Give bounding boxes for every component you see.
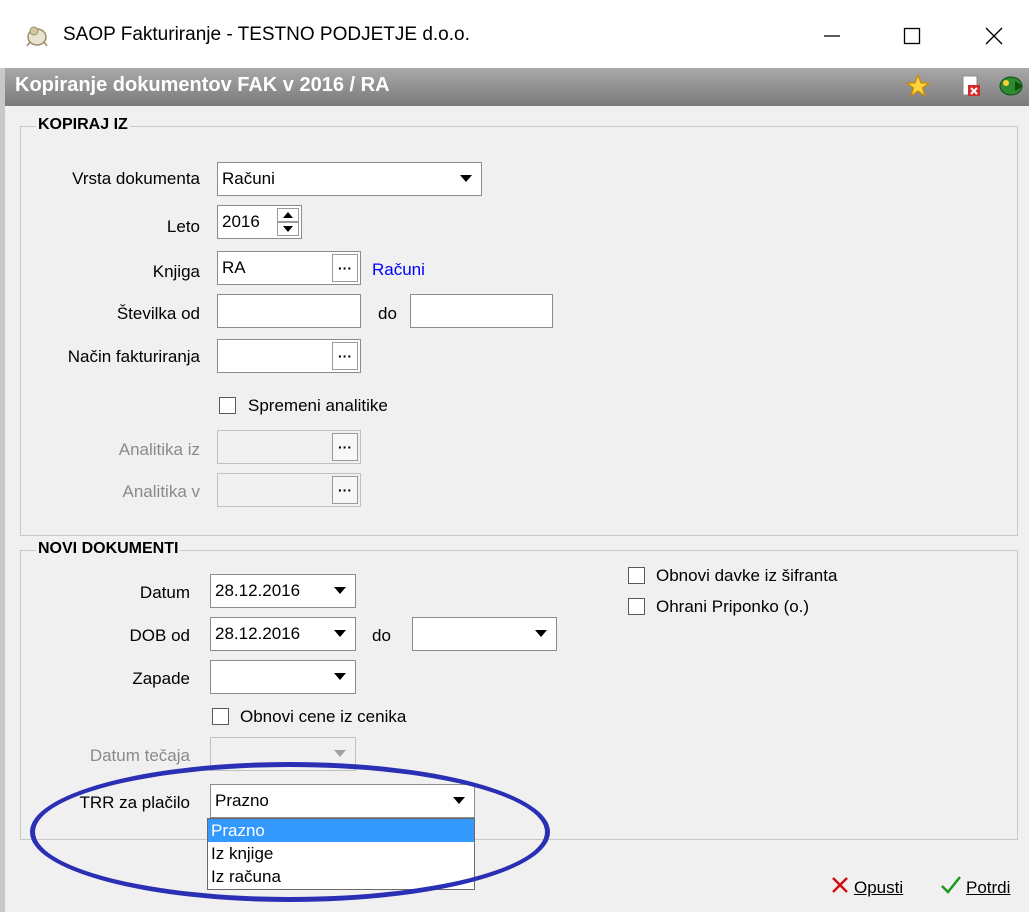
opusti-button[interactable]: Opusti <box>830 875 903 900</box>
chevron-down-icon[interactable] <box>453 165 479 193</box>
trr-label: TRR za plačilo <box>79 793 190 812</box>
ohrani-priponko-label: Ohrani Priponko (o.) <box>656 597 810 616</box>
zapade-label: Zapade <box>132 669 190 688</box>
dob-od-picker[interactable]: 28.12.2016 <box>210 617 356 651</box>
leto-label: Leto <box>166 217 200 236</box>
chevron-down-icon[interactable] <box>327 577 353 605</box>
analitika-iz-label: Analitika iz <box>118 440 200 459</box>
spin-down-icon[interactable] <box>277 222 299 236</box>
knjiga-browse-button[interactable]: ··· <box>332 254 358 282</box>
analitika-v-browse-button[interactable]: ··· <box>332 476 358 504</box>
stevilka-od-input[interactable] <box>217 294 361 328</box>
exit-icon[interactable] <box>997 73 1023 99</box>
spinner-buttons[interactable] <box>277 208 299 236</box>
obnovi-davke-checkbox[interactable] <box>628 567 645 584</box>
chevron-down-icon[interactable] <box>528 620 554 648</box>
knjiga-value: RA <box>222 258 246 277</box>
chevron-down-icon[interactable] <box>327 663 353 691</box>
novi-dokumenti-title: NOVI DOKUMENTI <box>36 540 181 558</box>
vrsta-dokumenta-label: Vrsta dokumenta <box>72 169 200 188</box>
knjiga-label: Knjiga <box>152 262 200 281</box>
trr-option-prazno[interactable]: Prazno <box>208 819 474 842</box>
trr-select[interactable]: Prazno <box>210 784 475 818</box>
leto-value: 2016 <box>222 212 260 231</box>
datum-label: Datum <box>139 583 190 602</box>
star-icon[interactable] <box>905 73 931 99</box>
vrsta-dokumenta-select[interactable]: Računi <box>217 162 482 196</box>
window-title-bar: SAOP Fakturiranje - TESTNO PODJETJE d.o.… <box>0 0 1029 68</box>
ohrani-priponko-checkbox[interactable] <box>628 598 645 615</box>
form-title: Kopiranje dokumentov FAK v 2016 / RA <box>15 74 390 96</box>
datum-value: 28.12.2016 <box>215 581 301 600</box>
datum-tecaja-label: Datum tečaja <box>89 746 190 765</box>
spin-up-icon[interactable] <box>277 208 299 222</box>
dob-do-label: do <box>372 626 391 645</box>
check-icon <box>940 875 962 900</box>
analitika-v-field[interactable]: ··· <box>217 473 361 507</box>
potrdi-button[interactable]: Potrdi <box>940 875 1010 900</box>
knjiga-link[interactable]: Računi <box>372 260 425 280</box>
obnovi-cene-checkbox[interactable] <box>212 708 229 725</box>
trr-value: Prazno <box>215 791 269 810</box>
knjiga-field[interactable]: RA ··· <box>217 251 361 285</box>
nacin-fakturiranja-label: Način fakturiranja <box>67 347 200 366</box>
stevilka-do-label: do <box>378 304 397 323</box>
potrdi-label: Potrdi <box>966 877 1011 897</box>
stevilka-do-input[interactable] <box>410 294 553 328</box>
window-title: SAOP Fakturiranje - TESTNO PODJETJE d.o.… <box>63 24 470 45</box>
analitika-v-label: Analitika v <box>122 482 200 501</box>
nacin-fakturiranja-field[interactable]: ··· <box>217 339 361 373</box>
trr-dropdown-list[interactable]: Prazno Iz knjige Iz računa <box>207 818 475 890</box>
trr-option-iz-racuna[interactable]: Iz računa <box>208 865 474 888</box>
dob-do-picker[interactable] <box>412 617 557 651</box>
analitika-iz-browse-button[interactable]: ··· <box>332 433 358 461</box>
dob-od-label: DOB od <box>129 626 190 645</box>
trr-option-iz-knjige[interactable]: Iz knjige <box>208 842 474 865</box>
cancel-icon <box>830 875 850 900</box>
leto-spinner[interactable]: 2016 <box>217 205 302 239</box>
datum-tecaja-picker[interactable] <box>210 737 356 771</box>
saop-app-icon <box>24 22 50 48</box>
spremeni-analitike-label: Spremeni analitike <box>248 396 388 415</box>
minimize-button[interactable] <box>800 14 864 58</box>
opusti-label: Opusti <box>854 877 904 897</box>
dob-od-value: 28.12.2016 <box>215 624 301 643</box>
datum-picker[interactable]: 28.12.2016 <box>210 574 356 608</box>
obnovi-cene-label: Obnovi cene iz cenika <box>240 707 407 726</box>
chevron-down-icon[interactable] <box>446 787 472 815</box>
obnovi-davke-label: Obnovi davke iz šifranta <box>656 566 838 585</box>
nacin-fakturiranja-browse-button[interactable]: ··· <box>332 342 358 370</box>
maximize-button[interactable] <box>880 14 944 58</box>
close-button[interactable] <box>962 14 1026 58</box>
zapade-picker[interactable] <box>210 660 356 694</box>
kopiraj-iz-title: KOPIRAJ IZ <box>36 116 130 134</box>
chevron-down-icon[interactable] <box>327 620 353 648</box>
spremeni-analitike-checkbox[interactable] <box>219 397 236 414</box>
delete-doc-icon[interactable] <box>958 73 984 99</box>
window-border <box>0 68 5 912</box>
vrsta-dokumenta-value: Računi <box>222 169 275 188</box>
chevron-down-icon[interactable] <box>327 740 353 768</box>
form-header: Kopiranje dokumentov FAK v 2016 / RA <box>5 68 1029 106</box>
analitika-iz-field[interactable]: ··· <box>217 430 361 464</box>
stevilka-od-label: Številka od <box>116 304 200 323</box>
